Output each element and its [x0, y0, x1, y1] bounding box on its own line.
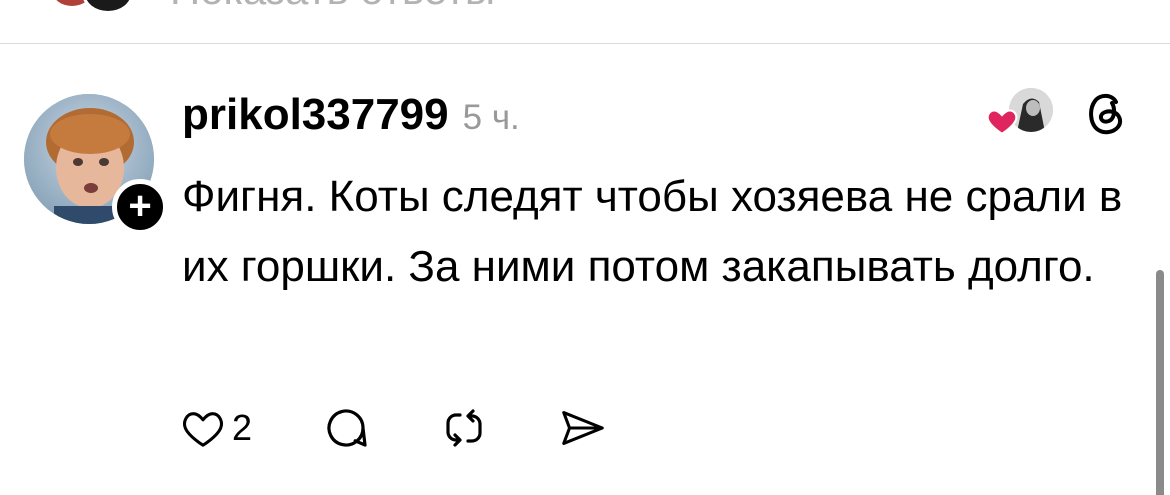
send-icon: [562, 411, 604, 445]
share-button[interactable]: [558, 404, 608, 452]
comment-text: Фигня. Коты следят чтобы хозяева не срал…: [182, 172, 1123, 291]
thread-view: Показать ответы +: [0, 0, 1170, 495]
reply-button[interactable]: [322, 404, 370, 452]
scrollbar[interactable]: [1156, 270, 1164, 495]
action-bar: 2: [180, 398, 678, 458]
threads-logo-icon[interactable]: [1082, 88, 1128, 138]
heart-outline-icon: [183, 412, 223, 447]
follow-button[interactable]: +: [112, 179, 168, 235]
like-count: 2: [232, 407, 253, 448]
repost-button[interactable]: [440, 404, 488, 452]
reply-avatar: [82, 0, 134, 14]
username[interactable]: prikol337799: [182, 90, 449, 140]
comment-icon: [327, 409, 367, 447]
repost-icon: [446, 409, 482, 447]
liked-by-author-indicator: [985, 86, 1057, 138]
like-button[interactable]: 2: [180, 407, 252, 449]
previous-replies-row: Показать ответы: [0, 0, 1170, 34]
heart-icon: [986, 109, 1018, 135]
author-avatar-wrap[interactable]: +: [24, 94, 168, 235]
show-replies-link[interactable]: Показать ответы: [170, 0, 495, 14]
comment-header: prikol337799 5 ч.: [182, 90, 520, 146]
divider: [0, 43, 1170, 44]
timestamp: 5 ч.: [462, 98, 520, 137]
